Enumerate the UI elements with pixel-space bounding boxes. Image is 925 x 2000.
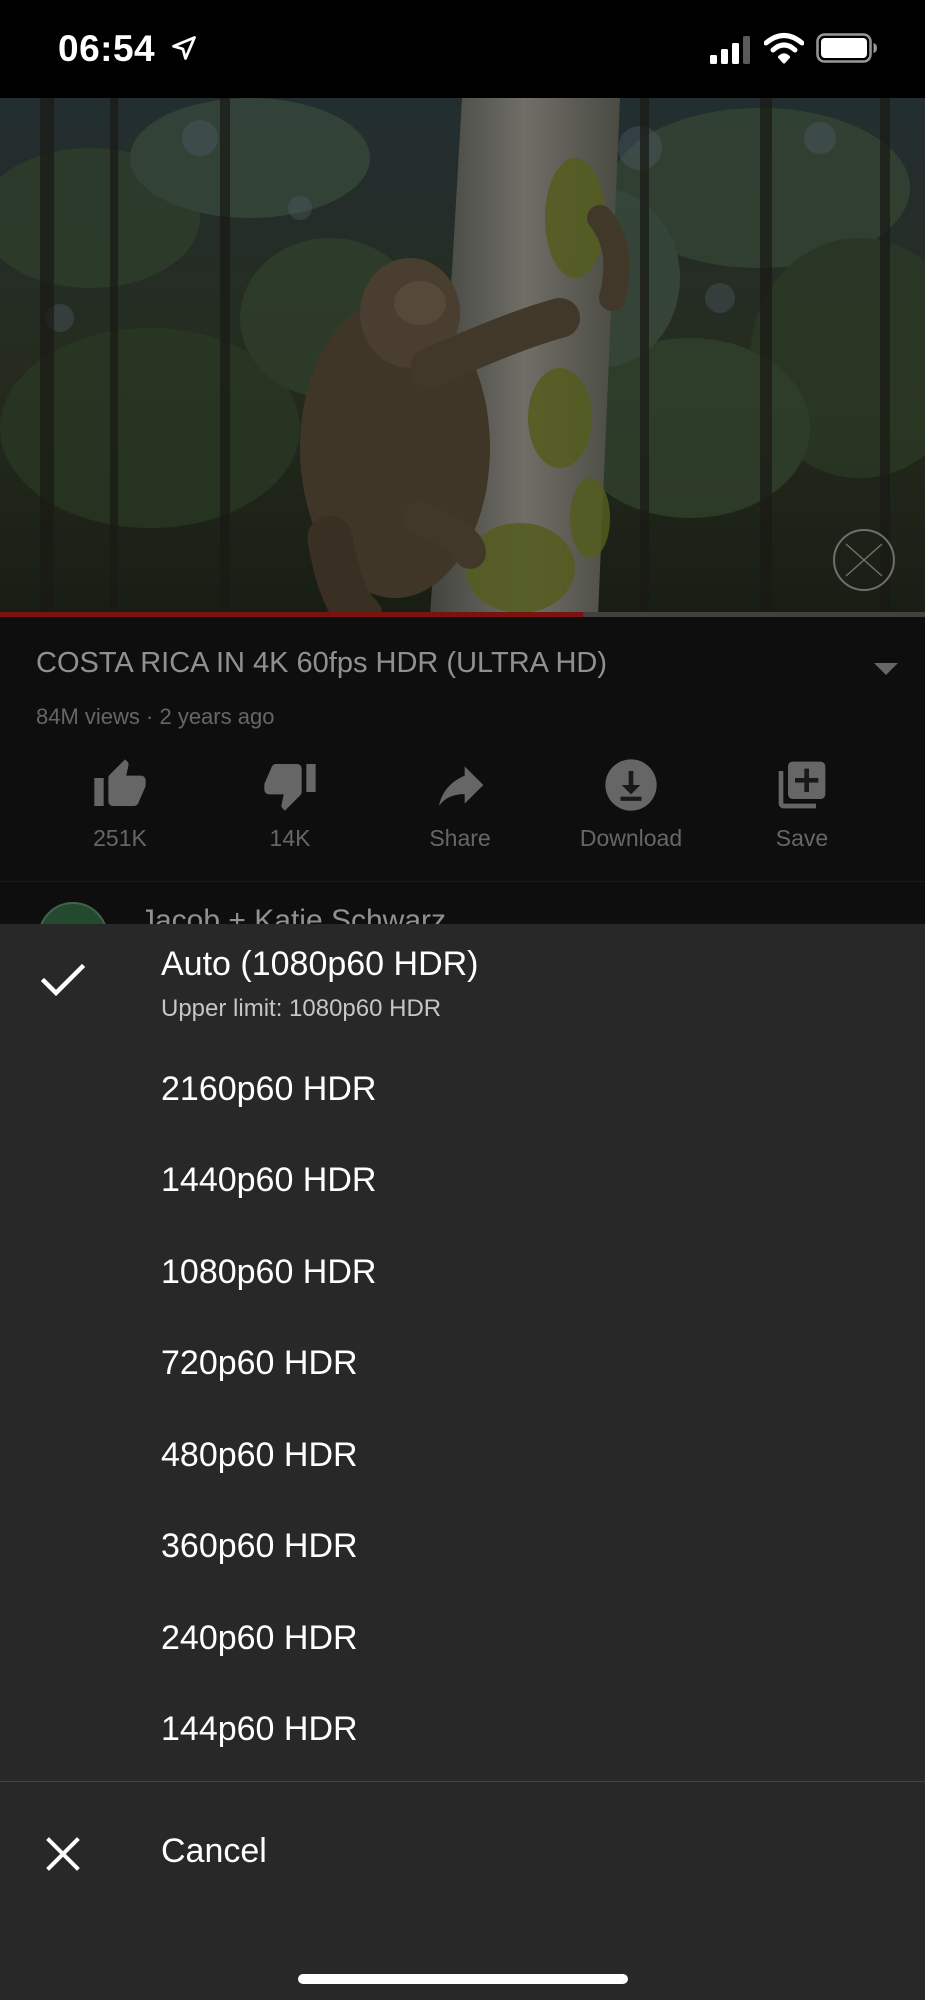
close-icon <box>46 1837 80 1871</box>
quality-option-2160p60[interactable]: 2160p60 HDR <box>0 1046 925 1137</box>
quality-option-label: Auto (1080p60 HDR) <box>161 945 479 983</box>
quality-option-1080p60[interactable]: 1080p60 HDR <box>0 1229 925 1320</box>
quality-option-sublabel: Upper limit: 1080p60 HDR <box>161 995 442 1022</box>
quality-option-label: 720p60 HDR <box>161 1344 358 1382</box>
cellular-signal-icon <box>710 36 750 64</box>
cancel-label: Cancel <box>161 1832 267 1870</box>
quality-sheet: Auto (1080p60 HDR) Upper limit: 1080p60 … <box>0 924 925 2000</box>
quality-option-label: 1440p60 HDR <box>161 1161 377 1199</box>
quality-option-240p60[interactable]: 240p60 HDR <box>0 1595 925 1686</box>
quality-option-360p60[interactable]: 360p60 HDR <box>0 1503 925 1594</box>
modal-scrim[interactable] <box>0 98 925 924</box>
quality-option-label: 1080p60 HDR <box>161 1253 377 1291</box>
quality-option-144p60[interactable]: 144p60 HDR <box>0 1686 925 1777</box>
quality-option-label: 480p60 HDR <box>161 1436 358 1474</box>
battery-icon <box>816 33 877 63</box>
status-bar: 06:54 <box>0 0 925 98</box>
cancel-button[interactable]: Cancel <box>0 1782 925 1912</box>
quality-option-label: 144p60 HDR <box>161 1710 358 1748</box>
quality-option-label: 2160p60 HDR <box>161 1070 377 1108</box>
quality-option-720p60[interactable]: 720p60 HDR <box>0 1320 925 1411</box>
wifi-icon <box>764 33 804 64</box>
quality-option-auto[interactable]: Auto (1080p60 HDR) Upper limit: 1080p60 … <box>0 924 925 1044</box>
status-time: 06:54 <box>58 28 156 69</box>
quality-option-1440p60[interactable]: 1440p60 HDR <box>0 1137 925 1228</box>
location-arrow-icon <box>172 36 196 60</box>
check-icon <box>40 963 86 997</box>
quality-option-label: 360p60 HDR <box>161 1527 358 1565</box>
quality-option-label: 240p60 HDR <box>161 1619 358 1657</box>
quality-option-480p60[interactable]: 480p60 HDR <box>0 1412 925 1503</box>
home-indicator[interactable] <box>298 1974 628 1984</box>
